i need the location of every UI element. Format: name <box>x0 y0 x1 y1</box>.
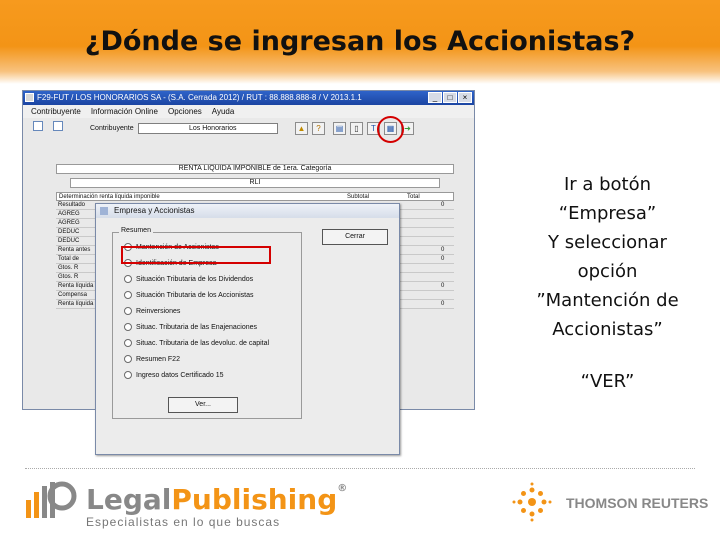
option-label: Resumen F22 <box>136 355 180 363</box>
row-label: Renta líquida <box>58 301 94 307</box>
slide-title: ¿Dónde se ingresan los Accionistas? <box>84 26 636 57</box>
radio-icon[interactable] <box>124 355 132 363</box>
dialog-titlebar: Empresa y Accionistas <box>96 204 399 218</box>
toolbar: Contribuyente Los Honorarios ▲ ? ▤ ▯ T ▦… <box>23 118 474 142</box>
window-controls: _ □ × <box>428 92 472 103</box>
view-button[interactable]: Ver... <box>168 397 238 413</box>
app-icon <box>25 93 34 102</box>
instruction-line: “Empresa” <box>558 203 657 224</box>
row-value: 0 <box>441 301 445 307</box>
open-icon[interactable] <box>53 121 63 131</box>
grid-header-row: Determinación renta líquida imponible Su… <box>56 192 454 201</box>
row-value: 0 <box>441 247 445 253</box>
highlight-circle <box>377 116 404 143</box>
col-total: Total <box>407 194 420 200</box>
option-radio[interactable]: Resumen F22 <box>124 355 180 363</box>
row-label: Total de <box>58 256 80 262</box>
menu-contribuyente[interactable]: Contribuyente <box>31 105 81 118</box>
grid-title: RENTA LIQUIDA IMPONIBLE de 1era. Categor… <box>56 164 454 174</box>
thomson-reuters-logo-icon <box>512 482 552 522</box>
folder-icon[interactable]: ▲ <box>295 122 308 135</box>
window-titlebar: F29-FUT / LOS HONORARIOS SA - (S.A. Cerr… <box>23 91 474 105</box>
instruction-line: opción <box>577 261 638 282</box>
close-icon[interactable]: × <box>458 92 472 103</box>
radio-icon[interactable] <box>124 339 132 347</box>
row-label: DEDUC <box>58 238 80 244</box>
document-icon[interactable]: ▤ <box>333 122 346 135</box>
option-label: Reinversiones <box>136 307 181 315</box>
footer-divider <box>25 468 695 469</box>
row-label: AGREG <box>58 220 80 226</box>
empresa-accionistas-dialog: Empresa y Accionistas Resumen Mantención… <box>95 203 400 455</box>
row-label: DEDUC <box>58 229 80 235</box>
calculator-icon[interactable]: ▯ <box>350 122 363 135</box>
radio-icon[interactable] <box>124 275 132 283</box>
contribuyente-label: Contribuyente <box>90 125 134 132</box>
menu-opciones[interactable]: Opciones <box>168 105 202 118</box>
registered-mark: ® <box>337 483 348 494</box>
grid-subheader: RLI <box>70 178 440 188</box>
instruction-line: Accionistas” <box>552 319 663 340</box>
menu-ayuda[interactable]: Ayuda <box>212 105 235 118</box>
maximize-icon[interactable]: □ <box>443 92 457 103</box>
radio-icon[interactable] <box>124 371 132 379</box>
row-value: 0 <box>441 283 445 289</box>
legalpublishing-logo-icon <box>26 481 77 518</box>
option-radio[interactable]: Ingreso datos Certificado 15 <box>124 371 224 379</box>
row-label: Gtos. R <box>58 265 79 271</box>
instruction-line: Y seleccionar <box>548 232 667 253</box>
option-radio[interactable]: Situación Tributaria de los Dividendos <box>124 275 253 283</box>
radio-icon[interactable] <box>124 323 132 331</box>
publishing-wordmark: Publishing <box>171 483 338 516</box>
contribuyente-field[interactable]: Los Honorarios <box>138 123 278 134</box>
radio-icon[interactable] <box>124 291 132 299</box>
menu-informacion-online[interactable]: Información Online <box>91 105 158 118</box>
row-label: Compensa <box>58 292 88 298</box>
instructions-text: Ir a botón “Empresa” Y seleccionar opció… <box>505 170 710 344</box>
option-label: Ingreso datos Certificado 15 <box>136 371 224 379</box>
instruction-line: Ir a botón <box>563 174 652 195</box>
option-label: Situación Tributaria de los Dividendos <box>136 275 254 283</box>
row-value: 0 <box>441 202 445 208</box>
option-radio[interactable]: Reinversiones <box>124 307 180 315</box>
new-icon[interactable] <box>33 121 43 131</box>
radio-icon[interactable] <box>124 307 132 315</box>
highlight-box <box>121 246 271 264</box>
option-label: Situación Tributaria de los Accionistas <box>136 291 254 299</box>
row-label: Gtos. R <box>58 274 79 280</box>
legalpublishing-wordmark: LegalPublishing® <box>86 483 347 516</box>
option-radio[interactable]: Situac. Tributaria de las devoluc. de ca… <box>124 339 269 347</box>
col-determinacion: Determinación renta líquida imponible <box>59 194 160 200</box>
help-icon[interactable]: ? <box>312 122 325 135</box>
resumen-group-label: Resumen <box>119 227 153 234</box>
legal-wordmark: Legal <box>86 483 172 516</box>
menubar: Contribuyente Información Online Opcione… <box>23 105 474 118</box>
dialog-title: Empresa y Accionistas <box>114 206 195 215</box>
ver-text: “VER” <box>580 371 635 392</box>
row-value: 0 <box>441 256 445 262</box>
instruction-line: ”Mantención de <box>536 290 679 311</box>
close-button[interactable]: Cerrar <box>322 229 388 245</box>
row-label: Renta líquida <box>58 283 94 289</box>
option-radio[interactable]: Situación Tributaria de los Accionistas <box>124 291 254 299</box>
dialog-icon <box>100 207 108 215</box>
thomson-reuters-wordmark: THOMSON REUTERS <box>566 495 709 511</box>
row-label: Renta antes <box>58 247 91 253</box>
option-radio[interactable]: Situac. Tributaria de las Enajenaciones <box>124 323 257 331</box>
legalpublishing-tagline: Especialistas en lo que buscas <box>86 515 281 529</box>
window-title: F29-FUT / LOS HONORARIOS SA - (S.A. Cerr… <box>37 93 362 102</box>
option-label: Situac. Tributaria de las Enajenaciones <box>136 323 258 331</box>
row-label: AGREG <box>58 211 80 217</box>
minimize-icon[interactable]: _ <box>428 92 442 103</box>
row-label: Resultado <box>58 202 86 208</box>
option-label: Situac. Tributaria de las devoluc. de ca… <box>136 339 270 347</box>
col-subtotal: Subtotal <box>347 194 370 200</box>
